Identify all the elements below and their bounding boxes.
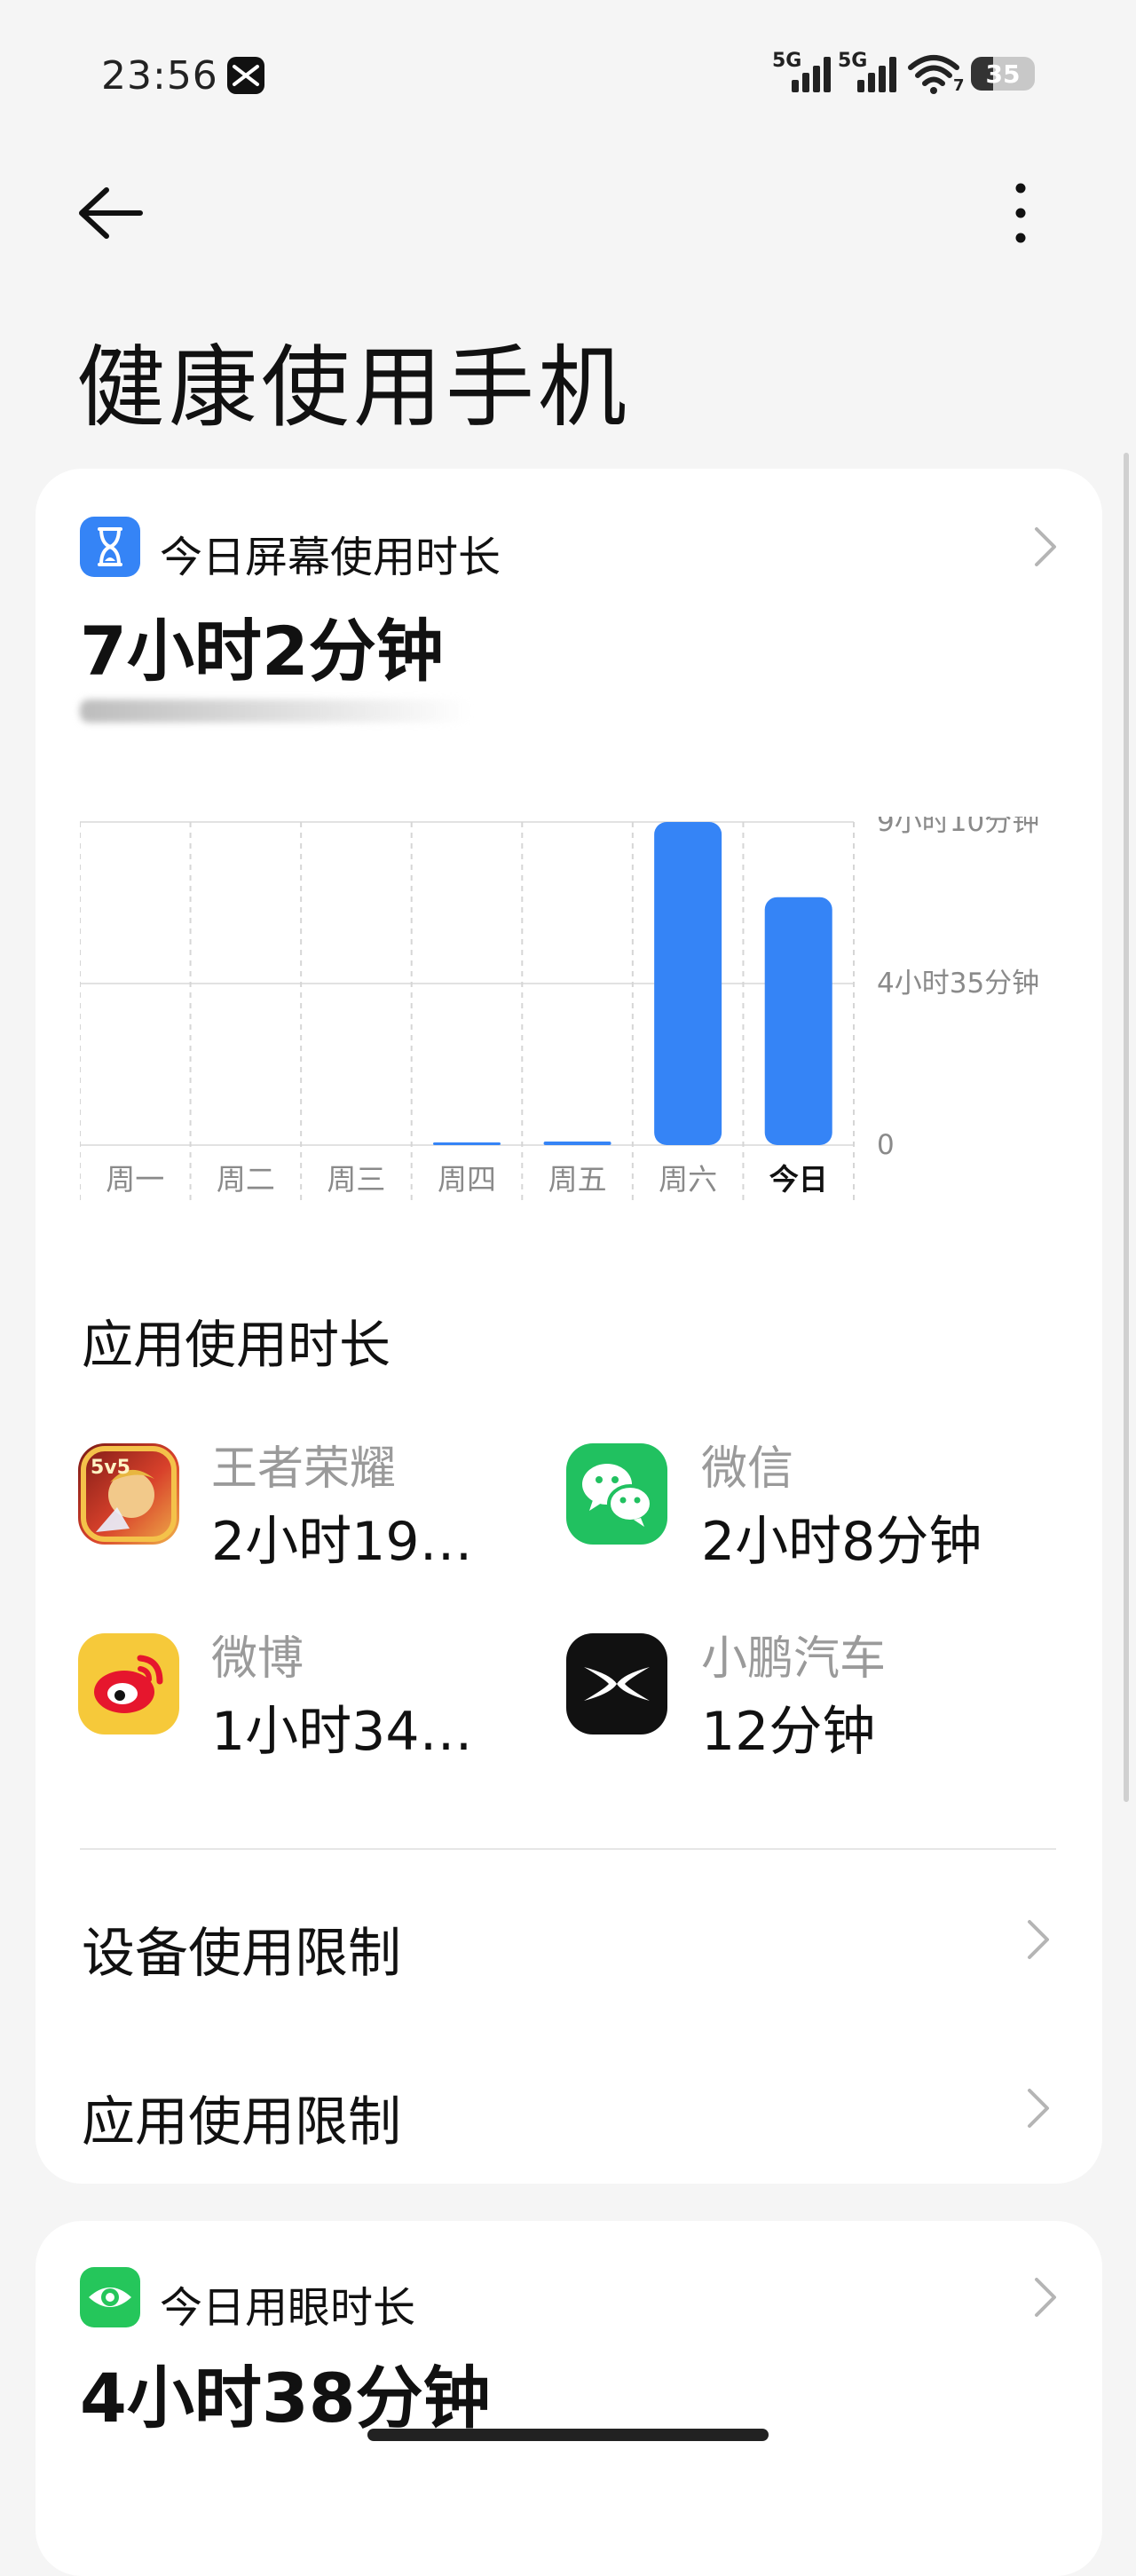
back-button[interactable] xyxy=(71,178,160,257)
app-item-weibo[interactable]: 微博 1小时34… xyxy=(78,1617,522,1763)
cellular-signal-1-icon: 5G xyxy=(772,50,834,92)
app-name: 微博 xyxy=(211,1632,304,1686)
app-item-honor-of-kings[interactable]: 5v5 王者荣耀 2小时19… xyxy=(78,1427,522,1573)
y-tick-label: 9小时10分钟 xyxy=(877,817,1039,838)
more-vertical-icon xyxy=(1015,183,1026,243)
app-name: 微信 xyxy=(701,1442,794,1496)
hourglass-icon xyxy=(80,517,140,577)
arrow-left-icon xyxy=(79,187,143,239)
bar-周五[interactable] xyxy=(543,1142,611,1145)
eye-time-header[interactable]: 今日用眼时长 xyxy=(36,2237,1102,2361)
eye-time-label: 今日用眼时长 xyxy=(160,2283,416,2333)
app-item-wechat[interactable]: 微信 2小时8分钟 xyxy=(566,1427,1063,1573)
blurred-caption xyxy=(80,699,470,723)
bar-周六[interactable] xyxy=(654,822,722,1145)
honor-of-kings-icon: 5v5 xyxy=(78,1443,179,1545)
x-tick-label[interactable]: 周四 xyxy=(438,1162,496,1197)
x-tick-label[interactable]: 周二 xyxy=(217,1162,275,1197)
app-time: 12分钟 xyxy=(701,1701,876,1763)
screen-time-bar-chart: 9小时10分钟 4小时35分钟 0 周一 周二 周三 周四 周五 周六 今日 xyxy=(80,817,1039,1204)
status-time: 23:56 xyxy=(101,53,218,99)
x-tick-label[interactable]: 今日 xyxy=(769,1162,828,1197)
signal-1-label: 5G xyxy=(772,50,802,72)
x-tick-label[interactable]: 周三 xyxy=(327,1162,385,1197)
app-name: 小鹏汽车 xyxy=(701,1632,887,1686)
y-tick-label: 4小时35分钟 xyxy=(877,968,1039,1000)
xpeng-icon xyxy=(566,1633,667,1734)
chevron-right-icon xyxy=(1021,2082,1056,2135)
bar-今日[interactable] xyxy=(764,897,832,1145)
home-indicator[interactable] xyxy=(367,2429,769,2441)
eye-time-value: 4小时38分钟 xyxy=(80,2359,491,2438)
chevron-right-icon xyxy=(1028,2271,1063,2324)
x-tick-label[interactable]: 周五 xyxy=(548,1162,607,1197)
y-tick-label: 0 xyxy=(877,1129,895,1161)
app-name: 王者荣耀 xyxy=(211,1442,397,1496)
x-tick-label[interactable]: 周一 xyxy=(106,1162,164,1197)
device-usage-limit-label: 设备使用限制 xyxy=(82,1923,401,1985)
wifi-icon: 7 xyxy=(907,51,966,96)
app-usage-limit-row[interactable]: 应用使用限制 xyxy=(36,2024,1102,2193)
wifi-sub-label: 7 xyxy=(953,76,965,95)
battery-level: 35 xyxy=(985,59,1021,89)
app-time: 1小时34… xyxy=(211,1701,473,1763)
chevron-right-icon xyxy=(1021,1913,1056,1966)
signal-2-label: 5G xyxy=(838,50,868,72)
cellular-signal-2-icon: 5G xyxy=(838,50,900,92)
xpeng-notification-icon xyxy=(227,57,264,94)
app-time: 2小时8分钟 xyxy=(701,1511,982,1573)
app-time: 2小时19… xyxy=(211,1511,473,1573)
chevron-right-icon xyxy=(1028,520,1063,573)
wechat-icon xyxy=(566,1443,667,1545)
screen-time-label: 今日屏幕使用时长 xyxy=(160,533,501,582)
device-usage-limit-row[interactable]: 设备使用限制 xyxy=(36,1855,1102,2024)
page-title: 健康使用手机 xyxy=(76,336,630,439)
screen-time-value: 7小时2分钟 xyxy=(80,612,444,691)
battery-icon: 35 xyxy=(971,57,1035,91)
bar-周四[interactable] xyxy=(433,1142,501,1145)
divider xyxy=(80,1848,1056,1850)
app-usage-limit-label: 应用使用限制 xyxy=(82,2091,401,2153)
more-options-button[interactable] xyxy=(994,178,1047,249)
app-item-xpeng[interactable]: 小鹏汽车 12分钟 xyxy=(566,1617,1063,1763)
scrollbar[interactable] xyxy=(1124,453,1129,1802)
app-usage-title: 应用使用时长 xyxy=(82,1315,391,1375)
weibo-icon xyxy=(78,1633,179,1734)
x-tick-label[interactable]: 周六 xyxy=(659,1162,717,1197)
svg-text:5v5: 5v5 xyxy=(91,1457,130,1479)
eye-icon xyxy=(80,2267,140,2327)
